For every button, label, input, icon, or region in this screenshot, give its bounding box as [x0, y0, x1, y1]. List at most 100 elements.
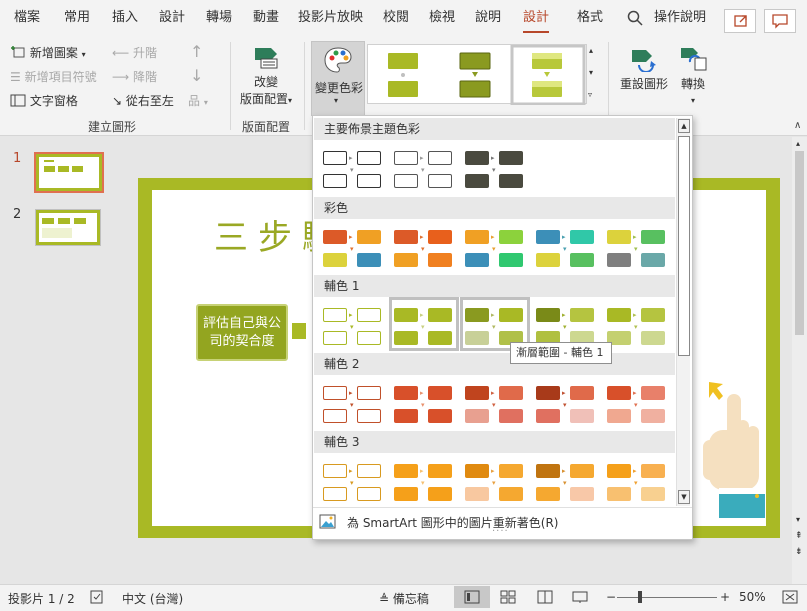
next-slide-icon[interactable]: ⇟ — [795, 547, 803, 557]
gallery-scroll-thumb[interactable] — [678, 136, 690, 356]
color-swatch-box — [394, 174, 418, 188]
color-option[interactable]: ▸ ▾ — [534, 300, 598, 348]
tab-format[interactable]: 格式 — [577, 0, 603, 36]
zoom-out-button[interactable]: − — [606, 590, 616, 604]
tab-file[interactable]: 檔案 — [14, 0, 40, 36]
color-option[interactable]: ▸ ▾ — [321, 143, 385, 191]
slide-thumbnail[interactable] — [35, 209, 101, 246]
add-shape-button[interactable]: 新增圖案 ▾ — [10, 44, 86, 61]
layout-icon[interactable]: 品 ▾ — [188, 92, 208, 109]
arrow-icon: ▾ — [492, 166, 496, 174]
move-up-icon[interactable]: ↑ — [190, 42, 203, 61]
chevron-down-icon[interactable]: ▼ — [678, 490, 690, 504]
color-option[interactable]: ▸ ▾ — [463, 222, 527, 270]
normal-view-button[interactable] — [454, 586, 490, 608]
color-option[interactable]: ▸ ▾ — [463, 456, 527, 504]
tab-help[interactable]: 說明 — [475, 0, 501, 36]
change-colors-button[interactable]: 變更色彩 ▾ — [311, 41, 365, 116]
gallery-more-icon[interactable]: ▿ — [588, 90, 592, 99]
zoom-in-button[interactable]: + — [720, 590, 730, 604]
color-option[interactable]: ▸ ▾ — [321, 378, 385, 426]
arrow-icon: ▸ — [491, 467, 495, 475]
resize-handle[interactable]: ···· — [492, 526, 509, 537]
previous-slide-icon[interactable]: ⇞ — [795, 531, 803, 541]
color-option[interactable]: ▸ ▾ — [392, 378, 456, 426]
chevron-up-icon[interactable]: ▴ — [796, 139, 800, 148]
layouts-group-label: 版面配置 — [242, 120, 291, 134]
reading-view-button[interactable] — [537, 590, 553, 607]
right-to-left-button[interactable]: ↘ 從右至左 — [112, 92, 174, 109]
search-icon[interactable] — [627, 10, 643, 29]
color-option[interactable]: ▸ ▾ — [605, 300, 669, 348]
tell-me-label[interactable]: 操作說明 — [654, 0, 706, 36]
smartart-styles-gallery[interactable] — [367, 44, 587, 106]
move-down-icon[interactable]: ↓ — [190, 66, 203, 85]
tab-review[interactable]: 校閱 — [383, 0, 409, 36]
color-swatch-box — [394, 253, 418, 267]
comments-button[interactable] — [764, 9, 796, 33]
text-pane-button[interactable]: 文字窗格 — [10, 92, 78, 109]
vertical-scrollbar[interactable]: ▴ ▾ ⇞ ⇟ — [792, 137, 807, 584]
color-swatch-box — [499, 174, 523, 188]
chevron-up-icon[interactable]: ▲ — [678, 119, 690, 133]
zoom-slider-thumb[interactable] — [638, 591, 642, 603]
fit-to-window-icon[interactable] — [782, 590, 798, 607]
color-option[interactable]: ▸ ▾ — [389, 297, 459, 351]
accessibility-icon[interactable] — [90, 590, 104, 607]
color-option[interactable]: ▸ ▾ — [534, 222, 598, 270]
tab-transitions[interactable]: 轉場 — [206, 0, 232, 36]
slide-sorter-button[interactable] — [500, 590, 516, 607]
smartart-shape[interactable]: 評估自己與公 司的契合度 — [196, 304, 288, 361]
color-option[interactable]: ▸ ▾ — [392, 143, 456, 191]
arrow-icon: ▾ — [634, 245, 638, 253]
tab-view[interactable]: 檢視 — [429, 0, 455, 36]
demote-button[interactable]: ⟶ 降階 — [112, 68, 157, 85]
tab-home[interactable]: 常用 — [64, 0, 90, 36]
tab-design[interactable]: 設計 — [159, 0, 185, 36]
arrow-icon: ▾ — [350, 166, 354, 174]
color-option[interactable]: ▸ ▾ — [392, 222, 456, 270]
change-layout-button[interactable]: 改變 版面配置▾ — [238, 46, 294, 107]
collapse-ribbon-icon[interactable]: ∧ — [794, 120, 801, 131]
add-bullet-button[interactable]: ☰ 新增項目符號 — [10, 68, 97, 85]
color-option[interactable]: ▸ ▾ — [605, 378, 669, 426]
color-option[interactable]: ▸ ▾ — [534, 456, 598, 504]
tab-slideshow[interactable]: 投影片放映 — [298, 0, 363, 36]
color-option[interactable]: ▸ ▾ — [321, 300, 385, 348]
slide-thumbnail[interactable] — [34, 152, 104, 193]
smartart-arrow — [292, 323, 306, 339]
chevron-up-icon[interactable]: ▴ — [589, 46, 593, 55]
zoom-slider[interactable] — [617, 597, 717, 598]
scrollbar-thumb[interactable] — [795, 151, 804, 335]
color-option[interactable]: ▸ ▾ — [321, 456, 385, 504]
color-option[interactable]: ▸ ▾ — [460, 297, 530, 351]
color-swatch-box — [357, 151, 381, 165]
tab-smartart-design[interactable]: 設計 — [523, 0, 550, 36]
notes-button[interactable]: ≜ 備忘稿 — [379, 590, 429, 607]
chevron-down-icon[interactable]: ▾ — [589, 68, 593, 77]
share-button[interactable] — [724, 9, 756, 33]
color-option[interactable]: ▸ ▾ — [392, 456, 456, 504]
recolor-pictures-item[interactable]: 為 SmartArt 圖形中的圖片重新著色(R) ···· — [313, 507, 692, 539]
zoom-level[interactable]: 50% — [739, 590, 766, 604]
color-option[interactable]: ▸ ▾ — [463, 143, 527, 191]
slide-number: 1 — [13, 151, 22, 166]
color-option[interactable]: ▸ ▾ — [463, 378, 527, 426]
chevron-down-icon[interactable]: ▾ — [796, 515, 800, 524]
color-option[interactable]: ▸ ▾ — [605, 222, 669, 270]
color-option[interactable]: ▸ ▾ — [534, 378, 598, 426]
create-graphic-group-label: 建立圖形 — [88, 120, 137, 134]
gallery-scroll[interactable]: ▴ ▾ ▿ — [587, 44, 599, 104]
reset-graphic-button[interactable]: 重設圖形 — [618, 46, 670, 92]
convert-button[interactable]: 轉換 ▾ — [676, 46, 710, 106]
tab-insert[interactable]: 插入 — [112, 0, 138, 36]
arrow-icon: ▾ — [634, 479, 638, 487]
gallery-scrollbar[interactable]: ▲ ▼ — [676, 118, 690, 506]
color-swatch-box — [323, 151, 347, 165]
tab-animations[interactable]: 動畫 — [253, 0, 279, 36]
language-indicator[interactable]: 中文 (台灣) — [122, 590, 183, 607]
color-option[interactable]: ▸ ▾ — [605, 456, 669, 504]
color-option[interactable]: ▸ ▾ — [321, 222, 385, 270]
slideshow-button[interactable] — [572, 590, 588, 607]
promote-button[interactable]: ⟵ 升階 — [112, 44, 157, 61]
